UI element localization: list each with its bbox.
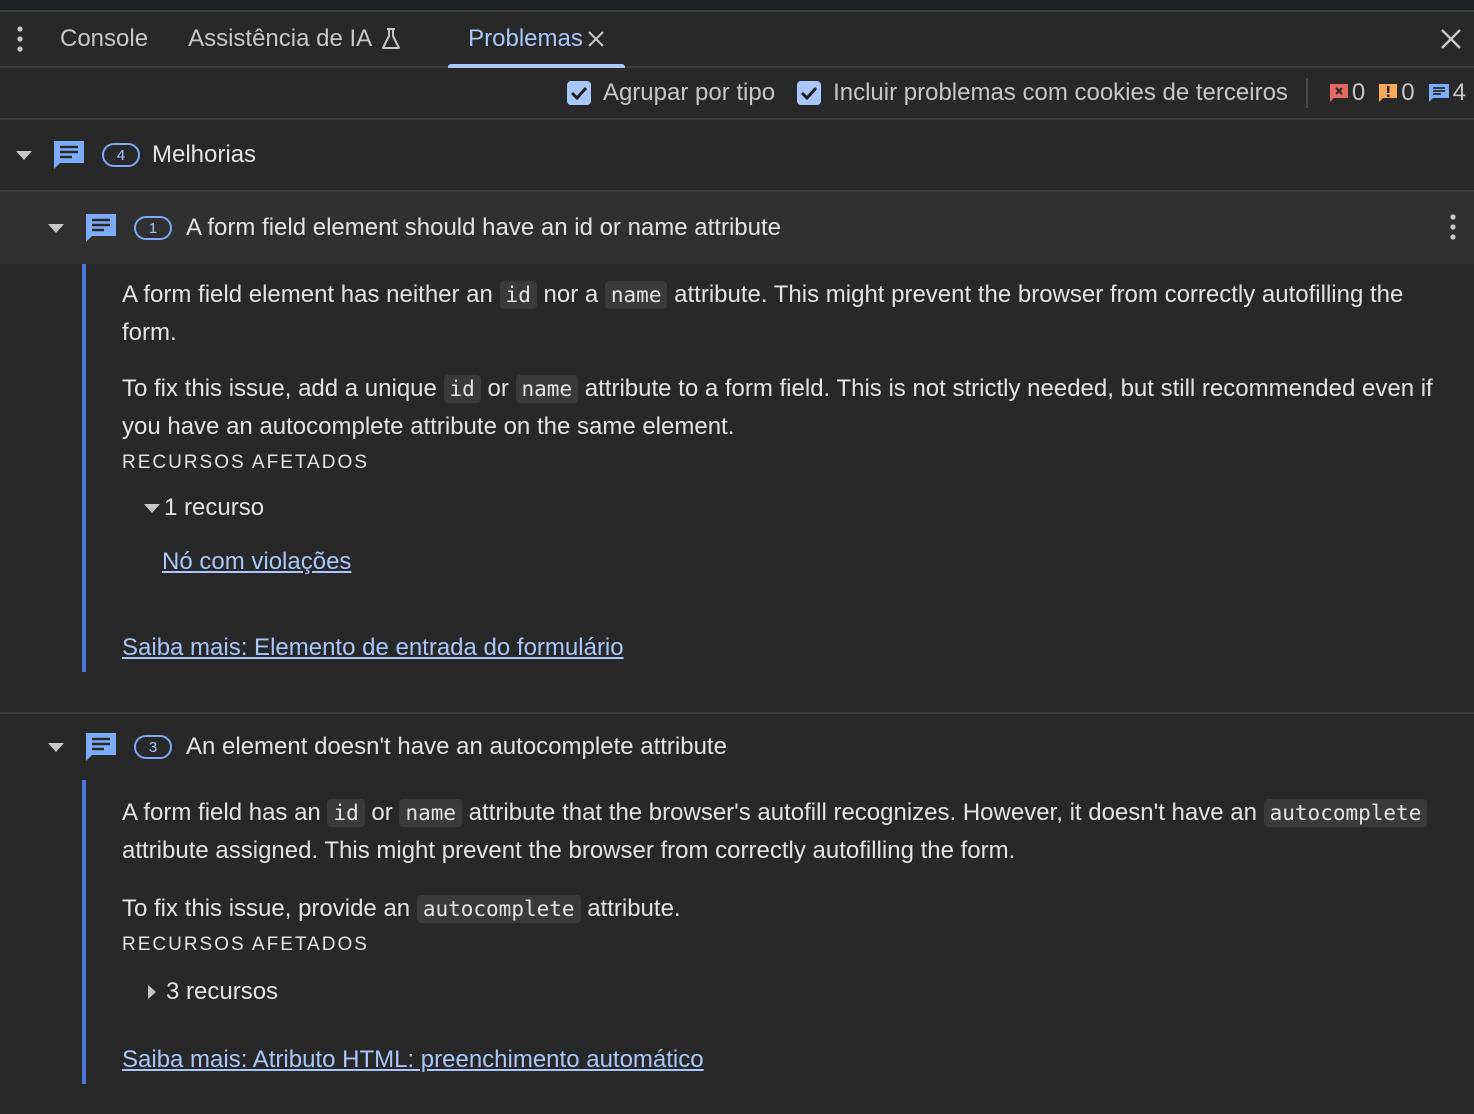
code-snippet: autocomplete <box>1263 799 1428 827</box>
issues-toolbar: Agrupar por tipo Incluir problemas com c… <box>0 68 1474 120</box>
expand-triangle-icon <box>48 742 64 752</box>
more-tabs-icon[interactable] <box>0 12 40 66</box>
issue-fix-description: To fix this issue, provide an autocomple… <box>122 890 1462 928</box>
include-third-party-checkbox[interactable]: Incluir problemas com cookies de terceir… <box>797 79 1288 107</box>
expand-triangle-icon <box>144 503 160 513</box>
issue-header[interactable]: 3 An element doesn't have an autocomplet… <box>0 714 1474 780</box>
improvement-icon <box>84 212 118 244</box>
resources-label: 1 recurso <box>164 494 265 521</box>
issue-description: A form field has an id or name attribute… <box>122 794 1462 870</box>
issue-header[interactable]: 1 A form field element should have an id… <box>0 192 1474 264</box>
issue-body: A form field has an id or name attribute… <box>82 780 1474 1084</box>
info-count: 4 <box>1452 79 1466 106</box>
issue-more-options-icon[interactable] <box>1450 214 1456 247</box>
violating-node-link[interactable]: Nó com violações <box>162 548 351 575</box>
error-count: 0 <box>1351 79 1366 106</box>
error-counter[interactable]: 0 <box>1328 79 1365 107</box>
warning-icon <box>1379 84 1398 102</box>
improvements-group-header[interactable]: 4 Melhorias <box>0 120 1474 192</box>
text: attribute that the browser's autofill re… <box>462 799 1264 826</box>
toolbar-divider <box>1305 78 1308 108</box>
text: A form field element has neither an <box>122 281 500 308</box>
checkbox-checked-icon <box>566 81 591 105</box>
code-snippet: autocomplete <box>416 895 581 923</box>
tab-console-label: Console <box>60 25 149 52</box>
error-icon <box>1329 84 1348 102</box>
tab-console[interactable]: Console <box>40 12 168 66</box>
issue-title: A form field element should have an id o… <box>186 214 782 241</box>
affected-resources-heading: RECURSOS AFETADOS <box>122 934 369 955</box>
code-snippet: id <box>443 375 481 403</box>
issue-description: A form field element has neither an id n… <box>122 276 1462 352</box>
code-snippet: id <box>499 281 537 309</box>
text: nor a <box>536 281 605 308</box>
close-panel-icon[interactable] <box>1428 12 1474 66</box>
text: or <box>364 799 400 826</box>
affected-resources-heading: RECURSOS AFETADOS <box>122 452 369 473</box>
group-count-badge: 4 <box>102 143 140 167</box>
issue-body: A form field element has neither an id n… <box>82 264 1474 672</box>
learn-more-link[interactable]: Saiba mais: Atributo HTML: preenchimento… <box>122 1046 704 1073</box>
group-by-type-label: Agrupar por tipo <box>602 79 776 106</box>
text: To fix this issue, provide an <box>122 895 417 922</box>
checkbox-checked-icon <box>797 81 822 105</box>
code-snippet: id <box>327 799 365 827</box>
info-icon <box>1428 84 1449 102</box>
collapsed-triangle-icon <box>148 985 156 999</box>
tab-ai-assistance[interactable]: Assistência de IA <box>168 12 448 66</box>
text: or <box>480 375 516 402</box>
text: To fix this issue, add a unique <box>122 375 444 402</box>
issue-fix-description: To fix this issue, add a unique id or na… <box>122 370 1462 446</box>
close-tab-icon[interactable] <box>587 30 605 48</box>
resources-toggle[interactable]: 1 recurso <box>144 494 1462 522</box>
code-snippet: name <box>399 799 463 827</box>
resources-toggle[interactable]: 3 recursos <box>148 978 1462 1006</box>
top-strip <box>0 0 1474 12</box>
text: A form field has an <box>122 799 328 826</box>
issue-title: An element doesn't have an autocomplete … <box>186 733 727 760</box>
group-by-type-checkbox[interactable]: Agrupar por tipo <box>566 79 776 107</box>
group-label: Melhorias <box>152 141 257 168</box>
improvement-icon <box>84 731 118 763</box>
flask-icon <box>380 27 402 51</box>
issue-count-badge: 3 <box>134 735 172 759</box>
tab-issues[interactable]: Problemas <box>448 12 625 68</box>
expand-triangle-icon <box>48 223 64 233</box>
learn-more-link[interactable]: Saiba mais: Elemento de entrada do formu… <box>122 634 624 661</box>
resources-label: 3 recursos <box>166 978 279 1005</box>
include-third-party-label: Incluir problemas com cookies de terceir… <box>833 79 1288 106</box>
issue-count-badge: 1 <box>134 216 172 240</box>
info-counter[interactable]: 4 <box>1427 79 1466 107</box>
text: attribute assigned. This might prevent t… <box>122 837 1016 864</box>
warning-counter[interactable]: 0 <box>1377 79 1415 107</box>
code-snippet: name <box>515 375 579 403</box>
improvement-icon <box>52 139 86 171</box>
tab-ai-assistance-label: Assistência de IA <box>188 25 373 52</box>
text: attribute. <box>580 895 681 922</box>
code-snippet: name <box>604 281 668 309</box>
tab-issues-label: Problemas <box>468 25 583 52</box>
expand-triangle-icon <box>16 150 32 160</box>
tab-bar: Console Assistência de IA Problemas <box>0 12 1474 68</box>
warning-count: 0 <box>1401 79 1415 106</box>
